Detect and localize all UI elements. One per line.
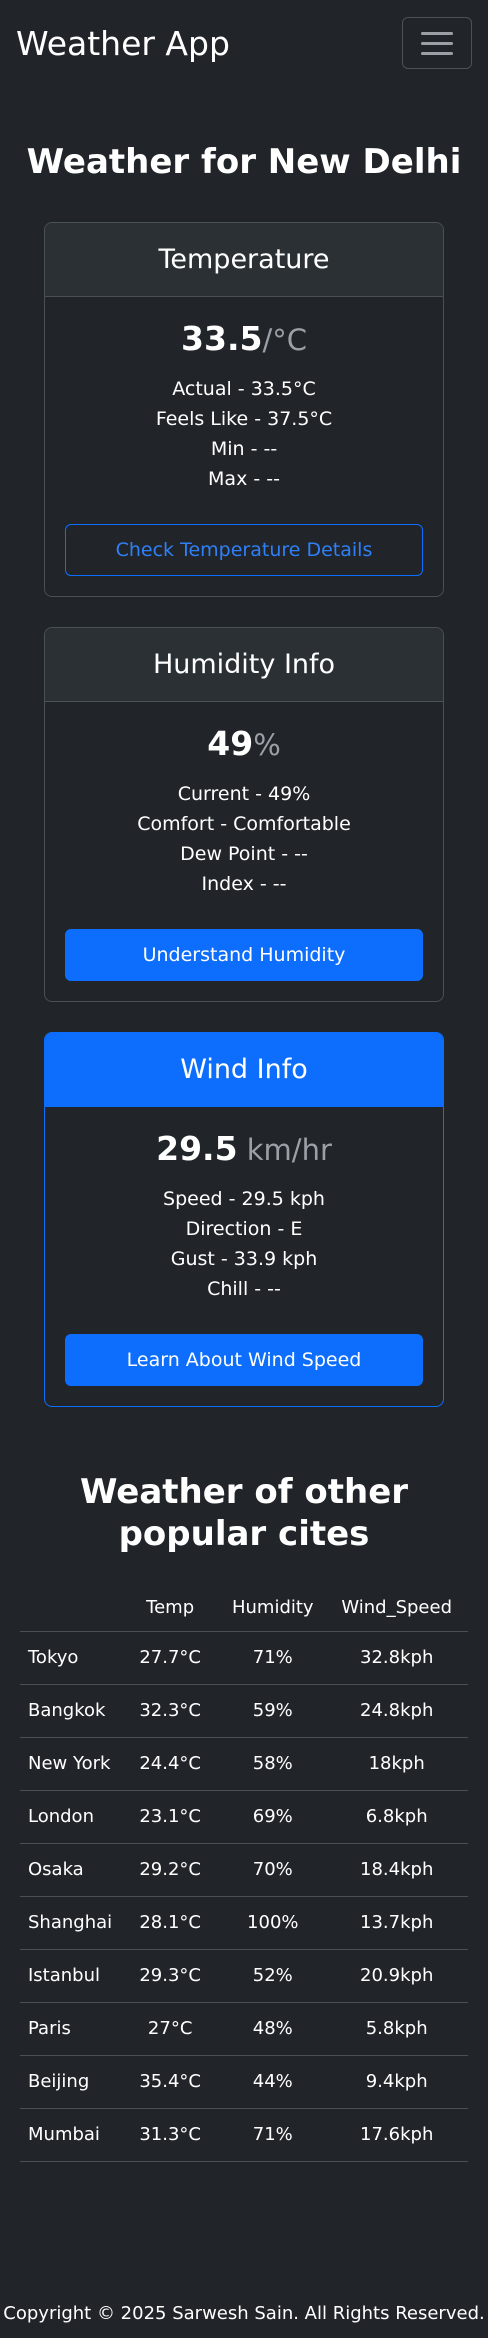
table-cell-temp: 31.3°C xyxy=(120,2108,221,2162)
footer: Copyright © 2025 Sarwesh Sain. All Right… xyxy=(3,2302,485,2324)
humidity-value: 49% xyxy=(65,724,423,763)
hamburger-menu-icon xyxy=(421,51,453,55)
wind-number: 29.5 xyxy=(156,1129,238,1168)
table-row: Istanbul 29.3°C 52% 20.9kph xyxy=(20,1949,468,2003)
table-cell-city: Istanbul xyxy=(20,1949,121,2003)
table-cell-city: Paris xyxy=(20,2002,121,2056)
table-cell-city: Shanghai xyxy=(20,1896,121,1950)
table-cell-wind-speed: 18.4kph xyxy=(325,1843,468,1897)
table-cell-humidity: 100% xyxy=(220,1896,326,1950)
table-cell-city: London xyxy=(20,1790,121,1844)
table-cell-wind-speed: 9.4kph xyxy=(325,2055,468,2109)
table-row: Paris 27°C 48% 5.8kph xyxy=(20,2002,468,2056)
table-cell-temp: 29.3°C xyxy=(120,1949,221,2003)
table-header-city xyxy=(20,1585,121,1632)
temperature-max: Max - -- xyxy=(208,468,280,490)
hamburger-menu-icon xyxy=(421,41,453,45)
humidity-card-header: Humidity Info xyxy=(45,628,443,702)
table-cell-city: Beijing xyxy=(20,2055,121,2109)
table-cell-temp: 24.4°C xyxy=(120,1737,221,1791)
table-row: New York 24.4°C 58% 18kph xyxy=(20,1737,468,1791)
hamburger-menu-icon xyxy=(421,31,453,35)
wind-gust: Gust - 33.9 kph xyxy=(170,1248,318,1270)
temperature-unit: /°C xyxy=(262,323,307,357)
check-temperature-details-button[interactable]: Check Temperature Details xyxy=(65,524,423,576)
wind-chill: Chill - -- xyxy=(207,1278,281,1300)
table-cell-wind-speed: 6.8kph xyxy=(325,1790,468,1844)
table-cell-temp: 28.1°C xyxy=(120,1896,221,1950)
table-row: Mumbai 31.3°C 71% 17.6kph xyxy=(20,2108,468,2162)
temperature-card: Temperature 33.5/°C Actual - 33.5°C Feel… xyxy=(44,222,444,597)
cities-section-title: Weather of other popular cites xyxy=(79,1472,409,1554)
table-cell-humidity: 71% xyxy=(220,2108,326,2162)
table-cell-city: Tokyo xyxy=(20,1631,121,1685)
navbar-toggler-button[interactable] xyxy=(402,17,472,69)
humidity-unit: % xyxy=(253,728,281,762)
table-cell-wind-speed: 32.8kph xyxy=(325,1631,468,1685)
table-cell-city: New York xyxy=(20,1737,121,1791)
table-cell-city: Osaka xyxy=(20,1843,121,1897)
temperature-card-body: 33.5/°C Actual - 33.5°C Feels Like - 37.… xyxy=(45,297,443,596)
table-cell-wind-speed: 13.7kph xyxy=(325,1896,468,1950)
temperature-actual: Actual - 33.5°C xyxy=(172,378,316,400)
wind-direction: Direction - E xyxy=(185,1218,303,1240)
humidity-comfort: Comfort - Comfortable xyxy=(137,813,351,835)
table-row: Bangkok 32.3°C 59% 24.8kph xyxy=(20,1684,468,1738)
table-cell-temp: 27°C xyxy=(120,2002,221,2056)
page-title: Weather for New Delhi xyxy=(26,142,462,182)
cities-weather-table: Temp Humidity Wind_Speed Tokyo 27.7°C 71% 3… xyxy=(20,1585,468,2162)
table-cell-temp: 32.3°C xyxy=(120,1684,221,1738)
table-header-humidity: Humidity xyxy=(220,1585,326,1632)
table-cell-temp: 29.2°C xyxy=(120,1843,221,1897)
table-cell-wind-speed: 18kph xyxy=(325,1737,468,1791)
table-body: Tokyo 27.7°C 71% 32.8kph Bangkok 32.3°C 59% 24.… xyxy=(20,1631,468,2162)
table-cell-humidity: 44% xyxy=(220,2055,326,2109)
table-row: Beijing 35.4°C 44% 9.4kph xyxy=(20,2055,468,2109)
temperature-number: 33.5 xyxy=(181,319,263,358)
temperature-feels-like: Feels Like - 37.5°C xyxy=(155,408,333,430)
table-row: London 23.1°C 69% 6.8kph xyxy=(20,1790,468,1844)
table-cell-temp: 27.7°C xyxy=(120,1631,221,1685)
wind-card-header: Wind Info xyxy=(45,1033,443,1107)
table-row: Osaka 29.2°C 70% 18.4kph xyxy=(20,1843,468,1897)
table-cell-wind-speed: 5.8kph xyxy=(325,2002,468,2056)
table-cell-humidity: 58% xyxy=(220,1737,326,1791)
learn-about-wind-speed-button[interactable]: Learn About Wind Speed xyxy=(65,1334,423,1386)
table-cell-wind-speed: 20.9kph xyxy=(325,1949,468,2003)
table-cell-humidity: 70% xyxy=(220,1843,326,1897)
humidity-number: 49 xyxy=(207,724,254,763)
humidity-card-body: 49% Current - 49% Comfort - Comfortable … xyxy=(45,702,443,1001)
understand-humidity-button[interactable]: Understand Humidity xyxy=(65,929,423,981)
navbar-brand[interactable]: Weather App xyxy=(16,24,230,63)
table-cell-temp: 23.1°C xyxy=(120,1790,221,1844)
table-cell-humidity: 69% xyxy=(220,1790,326,1844)
table-cell-wind-speed: 24.8kph xyxy=(325,1684,468,1738)
temperature-card-header: Temperature xyxy=(45,223,443,297)
table-row: Tokyo 27.7°C 71% 32.8kph xyxy=(20,1631,468,1685)
table-cell-humidity: 71% xyxy=(220,1631,326,1685)
humidity-current: Current - 49% xyxy=(177,783,311,805)
table-cell-wind-speed: 17.6kph xyxy=(325,2108,468,2162)
table-cell-humidity: 59% xyxy=(220,1684,326,1738)
table-row: Shanghai 28.1°C 100% 13.7kph xyxy=(20,1896,468,1950)
table-header-temp: Temp xyxy=(120,1585,221,1632)
navbar: Weather App xyxy=(0,0,488,86)
table-cell-humidity: 48% xyxy=(220,2002,326,2056)
table-cell-temp: 35.4°C xyxy=(120,2055,221,2109)
wind-card-body: 29.5 km/hr Speed - 29.5 kph Direction - … xyxy=(45,1107,443,1406)
wind-unit: km/hr xyxy=(237,1133,332,1167)
temperature-value: 33.5/°C xyxy=(65,319,423,358)
table-cell-humidity: 52% xyxy=(220,1949,326,2003)
table-header-row: Temp Humidity Wind_Speed xyxy=(20,1585,468,1632)
humidity-index: Index - -- xyxy=(201,873,287,895)
humidity-card: Humidity Info 49% Current - 49% Comfort … xyxy=(44,627,444,1002)
table-cell-city: Mumbai xyxy=(20,2108,121,2162)
humidity-dew-point: Dew Point - -- xyxy=(180,843,308,865)
table-header-wind-speed: Wind_Speed xyxy=(325,1585,468,1632)
wind-value: 29.5 km/hr xyxy=(65,1129,423,1168)
wind-card: Wind Info 29.5 km/hr Speed - 29.5 kph Di… xyxy=(44,1032,444,1407)
wind-speed: Speed - 29.5 kph xyxy=(163,1188,325,1210)
temperature-min: Min - -- xyxy=(210,438,278,460)
table-cell-city: Bangkok xyxy=(20,1684,121,1738)
